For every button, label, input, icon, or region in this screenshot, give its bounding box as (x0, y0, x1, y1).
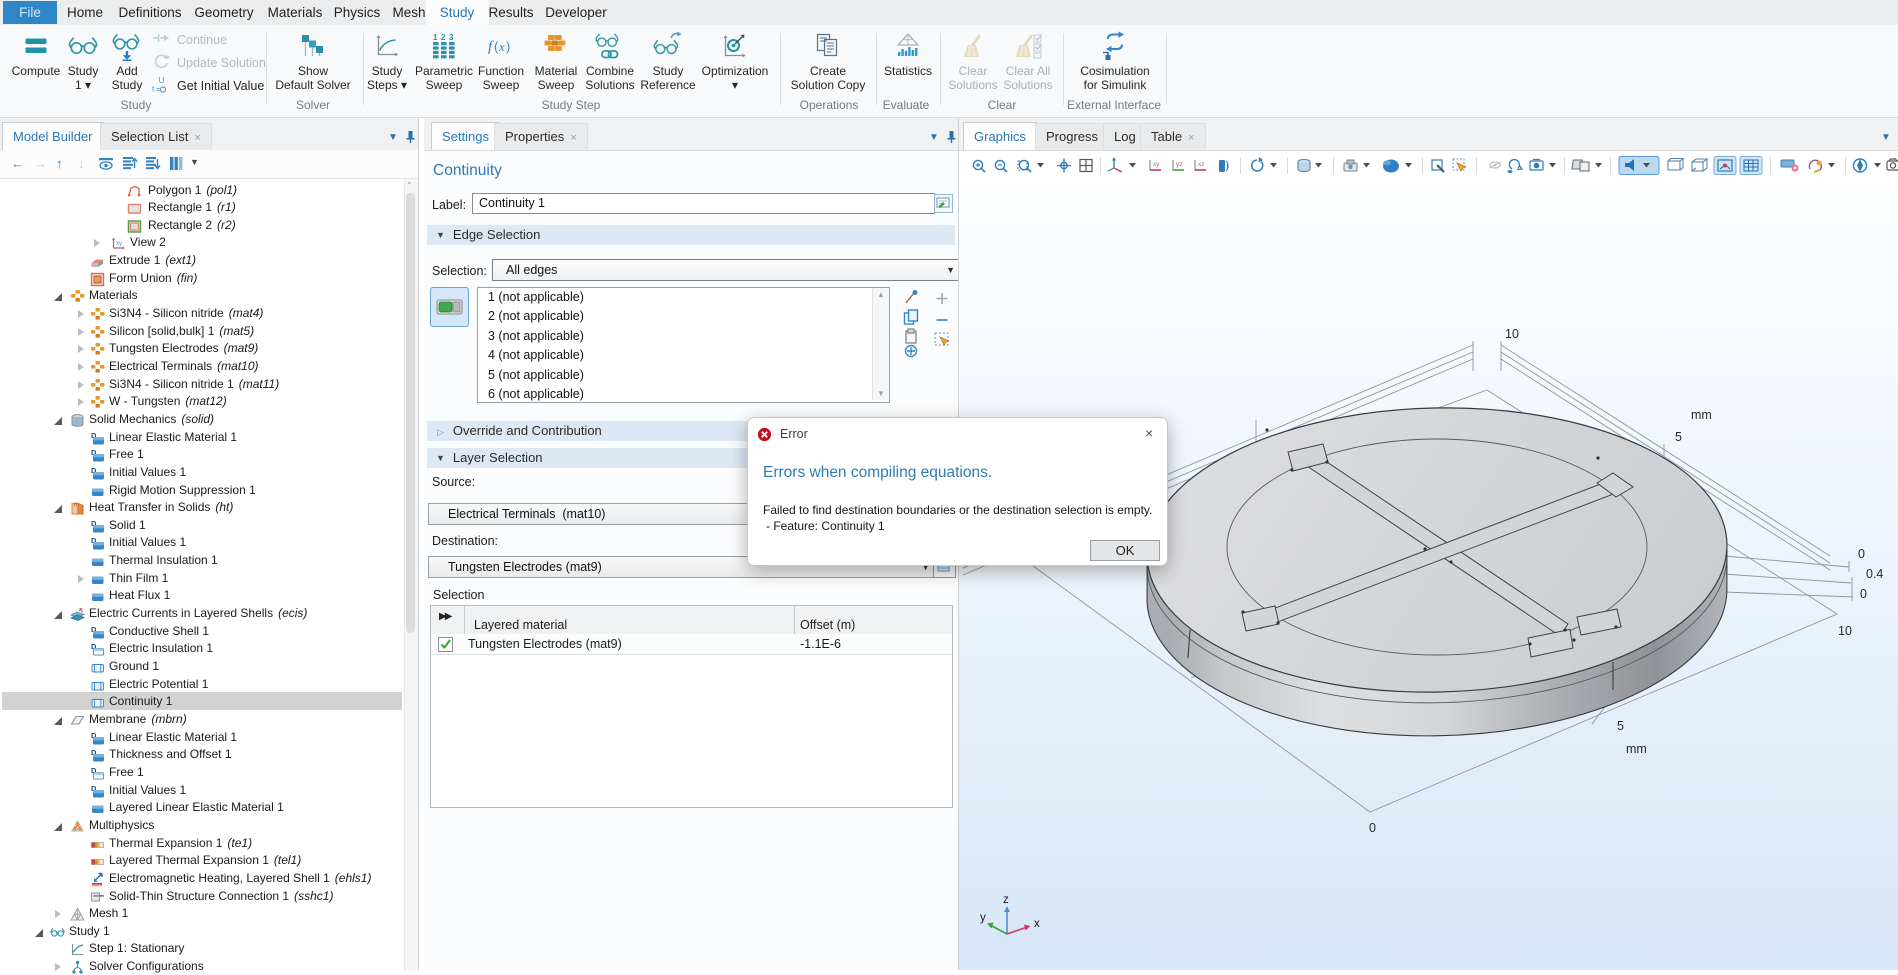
svg-text:yz: yz (1176, 161, 1183, 168)
svg-text:10: 10 (1838, 624, 1852, 638)
svg-text:z: z (1003, 894, 1009, 906)
svg-text:10: 10 (1505, 327, 1519, 341)
svg-text:0.4: 0.4 (1866, 567, 1883, 581)
svg-text:mm: mm (1691, 408, 1712, 422)
svg-text:0: 0 (1858, 547, 1865, 561)
svg-text:t: t (152, 85, 155, 94)
svg-text:xz: xz (1198, 161, 1205, 168)
svg-text:5: 5 (1617, 719, 1624, 733)
svg-text:U: U (159, 75, 165, 85)
svg-text:x: x (1034, 918, 1040, 930)
svg-text:xy: xy (1153, 161, 1160, 168)
svg-text:mm: mm (1626, 742, 1647, 756)
svg-text:0: 0 (1369, 821, 1376, 835)
svg-text:0: 0 (1860, 587, 1867, 601)
svg-text:5: 5 (1675, 430, 1682, 444)
svg-text:y: y (980, 912, 986, 924)
svg-text:1: 1 (433, 33, 438, 42)
